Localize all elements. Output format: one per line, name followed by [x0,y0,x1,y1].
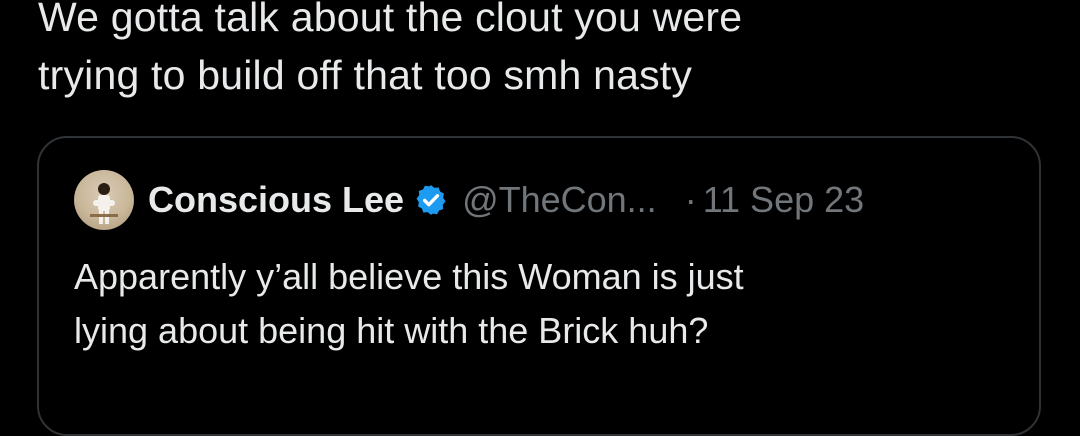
timestamp[interactable]: 11 Sep 23 [703,179,864,221]
tweet-text-line-2: trying to build off that too smh nasty [38,52,693,98]
quoted-tweet-card[interactable]: Conscious Lee @TheCon... · 11 Sep 23 App… [37,136,1041,436]
author-handle[interactable]: @TheCon... [462,179,657,221]
avatar[interactable] [74,170,134,230]
tweet-text: We gotta talk about the clout you were t… [38,0,1048,104]
verified-badge-icon [414,183,448,217]
quoted-tweet-text: Apparently y’all believe this Woman is j… [74,250,1014,358]
quoted-tweet-header: Conscious Lee @TheCon... · 11 Sep 23 [74,168,864,232]
author-display-name[interactable]: Conscious Lee [148,179,404,221]
avatar-figure-icon [90,183,118,224]
quoted-tweet-text-line-2: lying about being hit with the Brick huh… [74,310,709,351]
separator-dot: · [684,179,697,220]
quoted-tweet-text-line-1: Apparently y’all believe this Woman is j… [74,256,744,297]
tweet-text-line-1: We gotta talk about the clout you were [38,0,743,40]
